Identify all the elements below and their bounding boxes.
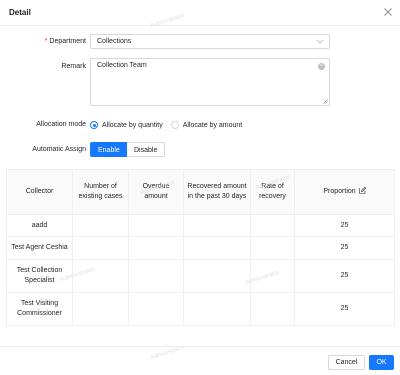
table-row: aadd 25 [6, 214, 395, 237]
allocation-mode-radio-group: Allocate by quantity Allocate by amount [90, 120, 250, 130]
cell-existing-cases [72, 214, 129, 237]
cell-collector: Test Visiting Commissioner [6, 292, 73, 326]
department-value: Collections [97, 38, 132, 45]
radio-allocate-by-amount[interactable]: Allocate by amount [170, 121, 243, 129]
cell-proportion[interactable]: 25 [294, 214, 395, 237]
ok-button[interactable]: OK [369, 355, 394, 370]
chevron-down-icon [316, 39, 324, 44]
cell-rate [250, 236, 295, 260]
remark-textarea[interactable]: Collection Team × [90, 58, 330, 106]
automatic-assign-toggle: Enable Disable [90, 142, 165, 157]
department-label: * Department [6, 38, 86, 45]
cell-proportion[interactable]: 25 [294, 292, 395, 326]
remark-value: Collection Team [97, 62, 147, 69]
radio-label: Allocate by quantity [102, 121, 163, 129]
dialog-header: Detail [0, 0, 400, 26]
cell-rate [250, 259, 295, 293]
cell-rate [250, 214, 295, 237]
column-header-collector: Collector [6, 169, 73, 215]
cell-proportion[interactable]: 25 [294, 259, 395, 293]
radio-label: Allocate by amount [182, 121, 243, 129]
table-header-row: Collector Number of existing cases Overd… [6, 169, 395, 215]
cell-rate [250, 292, 295, 326]
column-header-existing-cases: Number of existing cases [72, 169, 129, 215]
cell-collector: Test Agent Ceshia [6, 236, 73, 260]
cell-existing-cases [72, 292, 129, 326]
cell-collector: aadd [6, 214, 73, 237]
cell-overdue-amount [128, 214, 184, 237]
cell-proportion[interactable]: 25 [294, 236, 395, 260]
radio-allocate-by-quantity[interactable]: Allocate by quantity [90, 121, 163, 129]
resize-grip-icon[interactable] [323, 99, 328, 104]
collector-table: Collector Number of existing cases Overd… [6, 169, 395, 326]
edit-icon[interactable] [358, 187, 366, 194]
radio-checked-icon [90, 121, 98, 129]
cancel-button[interactable]: Cancel [328, 355, 365, 370]
column-header-rate-of-recovery: Rate of recovery [250, 169, 295, 215]
department-label-text: Department [49, 38, 86, 45]
automatic-assign-label: Automatic Assign [32, 146, 86, 153]
remark-label: Remark [61, 63, 86, 70]
cell-recovered-amount [183, 214, 251, 237]
table-row: Test Agent Ceshia 25 [6, 236, 395, 260]
radio-unchecked-icon [170, 121, 179, 129]
allocation-mode-label: Allocation mode [36, 121, 86, 128]
dialog-title: Detail [9, 8, 31, 17]
table-row: Test Visiting Commissioner 25 [6, 292, 395, 326]
disable-button[interactable]: Disable [127, 142, 165, 157]
column-header-recovered-amount: Recovered amount in the past 30 days [183, 169, 251, 215]
cell-recovered-amount [183, 259, 251, 293]
proportion-header-label: Proportion [323, 188, 356, 195]
cell-collector: Test Collection Specialist [6, 259, 73, 293]
table-row: Test Collection Specialist 25 [6, 259, 395, 293]
cell-existing-cases [72, 236, 129, 260]
cell-recovered-amount [183, 236, 251, 260]
department-select[interactable]: Collections [90, 34, 330, 49]
clear-icon[interactable]: × [318, 63, 325, 70]
cell-overdue-amount [128, 236, 184, 260]
cell-existing-cases [72, 259, 129, 293]
cell-recovered-amount [183, 292, 251, 326]
required-mark: * [44, 38, 48, 45]
cell-overdue-amount [128, 292, 184, 326]
close-icon-glyph [384, 8, 392, 16]
column-header-proportion: Proportion [294, 169, 395, 215]
close-icon[interactable] [383, 7, 393, 17]
enable-button[interactable]: Enable [90, 142, 127, 157]
column-header-overdue-amount: Overdue amount [128, 169, 184, 215]
cell-overdue-amount [128, 259, 184, 293]
